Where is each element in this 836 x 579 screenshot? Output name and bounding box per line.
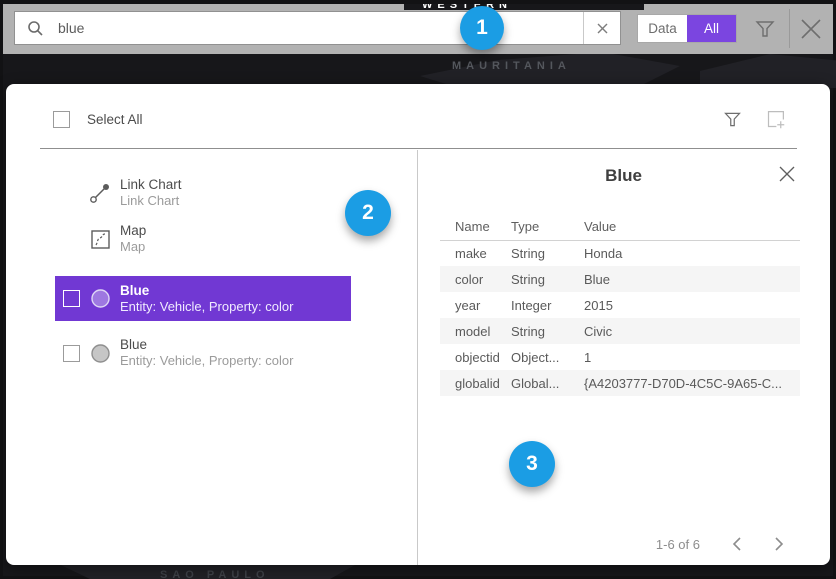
attribute-row-year: yearInteger2015 bbox=[440, 292, 800, 318]
attribute-cell: year bbox=[440, 292, 510, 318]
attribute-cell: Object... bbox=[510, 344, 583, 370]
result-item-blue[interactable]: BlueEntity: Vehicle, Property: color bbox=[55, 330, 351, 376]
map-icon bbox=[87, 230, 113, 249]
annotation-callout-3: 3 bbox=[509, 441, 555, 487]
attribute-table-header: NameTypeValue bbox=[440, 214, 800, 240]
panel-divider bbox=[417, 150, 418, 565]
header-divider bbox=[40, 148, 797, 149]
filter-results-button[interactable] bbox=[722, 109, 743, 130]
panel-header-actions bbox=[722, 109, 792, 130]
chevron-right-icon bbox=[775, 537, 784, 551]
attribute-cell: String bbox=[510, 318, 583, 344]
panel-header: Select All bbox=[53, 111, 143, 128]
attribute-cell: {A4203777-D70D-4C5C-9A65-C... bbox=[583, 370, 800, 396]
close-search-button[interactable] bbox=[797, 15, 825, 43]
screenshot-border bbox=[0, 0, 836, 4]
result-title: Blue bbox=[120, 283, 293, 299]
attribute-cell: objectid bbox=[440, 344, 510, 370]
toggle-data-button[interactable]: Data bbox=[638, 15, 687, 42]
result-texts: BlueEntity: Vehicle, Property: color bbox=[120, 337, 293, 369]
attribute-row-make: makeStringHonda bbox=[440, 240, 800, 266]
attribute-cell: Honda bbox=[583, 240, 800, 266]
checkbox-slot bbox=[63, 345, 87, 362]
attribute-cell: 1 bbox=[583, 344, 800, 370]
result-texts: BlueEntity: Vehicle, Property: color bbox=[120, 283, 293, 315]
close-icon bbox=[797, 15, 825, 43]
attribute-row-objectid: objectidObject...1 bbox=[440, 344, 800, 370]
result-item-link-chart[interactable]: Link ChartLink Chart bbox=[55, 170, 351, 216]
search-value: blue bbox=[58, 20, 583, 36]
attribute-cell: Integer bbox=[510, 292, 583, 318]
search-toolbar: blue Data All bbox=[3, 3, 833, 54]
column-header-name: Name bbox=[440, 214, 510, 240]
toolbar-divider bbox=[789, 9, 790, 48]
entity-circle-icon bbox=[87, 288, 113, 309]
result-subtitle: Map bbox=[120, 239, 146, 255]
result-item-map[interactable]: MapMap bbox=[55, 216, 351, 262]
column-header-type: Type bbox=[510, 214, 583, 240]
result-title: Link Chart bbox=[120, 177, 182, 193]
result-texts: Link ChartLink Chart bbox=[120, 177, 182, 209]
attribute-cell: make bbox=[440, 240, 510, 266]
attribute-row-model: modelStringCivic bbox=[440, 318, 800, 344]
chevron-left-icon bbox=[732, 537, 741, 551]
attribute-table: NameTypeValue makeStringHondacolorString… bbox=[440, 214, 800, 396]
search-input[interactable]: blue bbox=[14, 11, 621, 45]
entity-circle-icon bbox=[87, 343, 113, 364]
annotation-callout-1: 1 bbox=[460, 6, 504, 50]
pagination-label: 1-6 of 6 bbox=[656, 537, 700, 552]
result-title: Blue bbox=[120, 337, 293, 353]
scope-toggle: Data All bbox=[637, 14, 737, 43]
attribute-cell: model bbox=[440, 318, 510, 344]
attribute-cell: Global... bbox=[510, 370, 583, 396]
map-landmass bbox=[700, 54, 836, 88]
add-to-selection-button[interactable] bbox=[765, 109, 786, 130]
search-icon bbox=[27, 20, 44, 37]
search-results-panel: Select All Link ChartLink Chart MapMap Blu… bbox=[6, 84, 830, 565]
select-all-checkbox[interactable] bbox=[53, 111, 70, 128]
attribute-cell: String bbox=[510, 266, 583, 292]
select-all-label: Select All bbox=[87, 112, 143, 127]
close-icon bbox=[778, 165, 798, 183]
column-header-value: Value bbox=[583, 214, 800, 240]
result-texts: MapMap bbox=[120, 223, 146, 255]
clear-icon bbox=[597, 23, 608, 34]
attribute-cell: String bbox=[510, 240, 583, 266]
detail-close-button[interactable] bbox=[778, 165, 798, 185]
result-title: Map bbox=[120, 223, 146, 239]
result-subtitle: Entity: Vehicle, Property: color bbox=[120, 299, 293, 315]
next-page-button[interactable] bbox=[772, 537, 786, 551]
filter-button[interactable] bbox=[753, 17, 777, 41]
map-label-mauritania: MAURITANIA bbox=[452, 60, 571, 72]
results-list: Link ChartLink ChartMapMapBlueEntity: Ve… bbox=[55, 170, 351, 376]
link-chart-icon bbox=[87, 182, 113, 204]
attribute-row-globalid: globalidGlobal...{A4203777-D70D-4C5C-9A6… bbox=[440, 370, 800, 396]
map-label-saopaulo: SAO PAULO bbox=[160, 569, 270, 579]
attribute-cell: globalid bbox=[440, 370, 510, 396]
result-item-blue[interactable]: BlueEntity: Vehicle, Property: color bbox=[55, 276, 351, 321]
attribute-cell: Blue bbox=[583, 266, 800, 292]
previous-page-button[interactable] bbox=[729, 537, 743, 551]
toggle-all-button[interactable]: All bbox=[687, 15, 736, 42]
result-subtitle: Link Chart bbox=[120, 193, 182, 209]
result-subtitle: Entity: Vehicle, Property: color bbox=[120, 353, 293, 369]
result-checkbox[interactable] bbox=[63, 345, 80, 362]
app-screen: MAURITANIA SAO PAULO WESTERN blue Data A… bbox=[0, 0, 836, 579]
detail-title: Blue bbox=[417, 166, 830, 186]
clear-search-button[interactable] bbox=[583, 12, 620, 44]
attribute-cell: 2015 bbox=[583, 292, 800, 318]
attribute-cell: Civic bbox=[583, 318, 800, 344]
annotation-callout-2: 2 bbox=[345, 190, 391, 236]
attribute-cell: color bbox=[440, 266, 510, 292]
attribute-row-color: colorStringBlue bbox=[440, 266, 800, 292]
result-checkbox[interactable] bbox=[63, 290, 80, 307]
checkbox-slot bbox=[63, 290, 87, 307]
pagination: 1-6 of 6 bbox=[417, 531, 830, 557]
